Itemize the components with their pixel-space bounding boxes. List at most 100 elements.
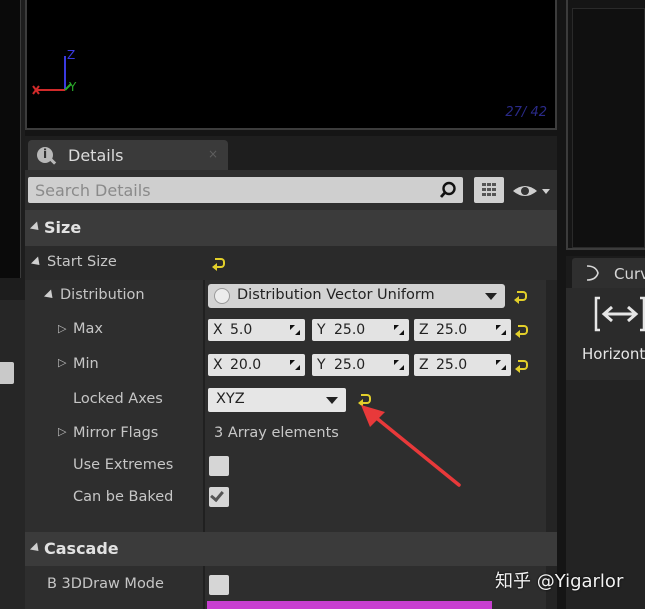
annotation-arrow-icon bbox=[361, 405, 461, 487]
expand-arrow-icon[interactable]: ▷ bbox=[58, 425, 66, 438]
particle-viewport[interactable]: Z Y 27/ 42 bbox=[25, 0, 557, 130]
property-mirror-flags: ▷ Mirror Flags 3 Array elements bbox=[25, 418, 557, 450]
mirror-flags-value: 3 Array elements bbox=[214, 425, 339, 441]
min-y-value: 25.0 bbox=[334, 357, 366, 373]
horizontal-fit-label: Horizonta bbox=[582, 345, 645, 363]
search-row: Search Details bbox=[25, 170, 557, 210]
min-x-field[interactable]: X 20.0 bbox=[208, 354, 305, 376]
check-icon bbox=[210, 487, 224, 503]
expand-arrow-icon[interactable]: ▷ bbox=[58, 356, 66, 369]
max-z-value: 25.0 bbox=[436, 322, 468, 338]
curve-tab-label: Curve bbox=[614, 265, 645, 283]
axis-z-label: Z bbox=[419, 322, 429, 338]
info-magnifier-icon-handle bbox=[49, 158, 57, 165]
b3d-draw-mode-label: B 3DDraw Mode bbox=[47, 576, 164, 592]
tab-details[interactable]: Details × bbox=[28, 140, 228, 170]
drag-spin-icon[interactable] bbox=[393, 324, 405, 336]
chevron-down-icon bbox=[326, 397, 338, 404]
property-locked-axes: Locked Axes XYZ bbox=[25, 382, 557, 418]
reset-to-default-icon[interactable] bbox=[515, 360, 528, 373]
min-y-field[interactable]: Y 25.0 bbox=[312, 354, 409, 376]
curve-editor-toolbar: Horizonta bbox=[566, 288, 645, 609]
axis-y-label: Y bbox=[317, 357, 326, 373]
max-x-field[interactable]: X 5.0 bbox=[208, 319, 305, 341]
expand-arrow-icon[interactable] bbox=[43, 289, 57, 302]
watermark: 知乎 @Yigarlor bbox=[495, 571, 624, 592]
drag-spin-icon[interactable] bbox=[289, 324, 301, 336]
axis-y-label: Y bbox=[317, 322, 326, 338]
can-be-baked-label: Can be Baked bbox=[73, 489, 174, 505]
drag-spin-icon[interactable] bbox=[495, 359, 507, 371]
locked-axes-value: XYZ bbox=[216, 391, 245, 407]
property-matrix-button[interactable] bbox=[474, 177, 504, 203]
collapse-arrow-icon bbox=[29, 221, 43, 234]
use-extremes-label: Use Extremes bbox=[73, 457, 174, 473]
details-tab-strip: Details × bbox=[25, 136, 557, 170]
max-y-field[interactable]: Y 25.0 bbox=[312, 319, 409, 341]
search-placeholder: Search Details bbox=[35, 181, 151, 200]
distribution-type-icon bbox=[214, 288, 230, 304]
locked-axes-dropdown[interactable]: XYZ bbox=[208, 388, 346, 412]
distribution-value: Distribution Vector Uniform bbox=[237, 287, 435, 303]
drag-spin-icon[interactable] bbox=[289, 359, 301, 371]
tab-curve-editor[interactable]: Curve bbox=[572, 258, 645, 288]
horizontal-fit-button[interactable] bbox=[594, 294, 645, 334]
collapse-arrow-icon bbox=[29, 542, 43, 555]
max-z-field[interactable]: Z 25.0 bbox=[414, 319, 511, 341]
details-panel: Details × Search Details S bbox=[25, 136, 557, 609]
section-size[interactable]: Size bbox=[25, 210, 557, 246]
distribution-dropdown[interactable]: Distribution Vector Uniform bbox=[208, 284, 505, 308]
curve-editor-icon bbox=[586, 265, 599, 281]
search-input[interactable]: Search Details bbox=[28, 177, 463, 203]
expand-arrow-icon[interactable]: ▷ bbox=[58, 322, 66, 335]
mirror-flags-label: Mirror Flags bbox=[73, 425, 159, 441]
axis-x-label: X bbox=[213, 322, 223, 338]
distribution-label: Distribution bbox=[60, 287, 145, 303]
property-can-be-baked: Can be Baked bbox=[25, 482, 557, 514]
b3d-draw-mode-checkbox[interactable] bbox=[209, 575, 229, 595]
search-icon[interactable] bbox=[439, 181, 457, 199]
start-size-label: Start Size bbox=[47, 254, 117, 270]
axis-z-label: Z bbox=[67, 48, 76, 62]
left-panel-tab[interactable] bbox=[0, 362, 14, 384]
close-icon[interactable]: × bbox=[208, 147, 218, 161]
right-top-panel bbox=[566, 0, 645, 250]
min-z-value: 25.0 bbox=[436, 357, 468, 373]
frame-counter: 27/ 42 bbox=[505, 105, 547, 120]
drag-spin-icon[interactable] bbox=[495, 324, 507, 336]
max-label: Max bbox=[73, 321, 103, 337]
left-panel-body bbox=[0, 300, 25, 609]
reset-to-default-icon[interactable] bbox=[212, 258, 225, 271]
color-property-bar[interactable] bbox=[207, 601, 492, 609]
section-size-label: Size bbox=[44, 218, 82, 237]
min-z-field[interactable]: Z 25.0 bbox=[414, 354, 511, 376]
section-cascade[interactable]: Cascade bbox=[25, 532, 557, 566]
use-extremes-checkbox[interactable] bbox=[209, 456, 229, 476]
right-top-panel-inner bbox=[572, 8, 645, 248]
left-panel-edge bbox=[0, 0, 25, 609]
property-distribution: Distribution Distribution Vector Uniform bbox=[25, 280, 557, 312]
locked-axes-label: Locked Axes bbox=[73, 391, 163, 407]
curve-editor-tabbar: Curve bbox=[566, 256, 645, 288]
property-min: ▷ Min X 20.0 Y 25.0 Z 25.0 bbox=[25, 348, 557, 382]
max-x-value: 5.0 bbox=[230, 322, 253, 338]
property-start-size: Start Size bbox=[25, 246, 557, 280]
view-options-eye-icon[interactable] bbox=[511, 181, 553, 201]
axis-gizmo-icon bbox=[32, 56, 72, 95]
expand-arrow-icon[interactable] bbox=[30, 256, 44, 269]
axis-y-label: Y bbox=[69, 80, 77, 94]
reset-to-default-icon[interactable] bbox=[515, 325, 528, 338]
min-x-value: 20.0 bbox=[230, 357, 262, 373]
max-y-value: 25.0 bbox=[334, 322, 366, 338]
axis-x-label: X bbox=[213, 357, 223, 373]
axis-z-label: Z bbox=[419, 357, 429, 373]
property-b3d-draw-mode: B 3DDraw Mode bbox=[25, 566, 557, 602]
property-max: ▷ Max X 5.0 Y 25.0 Z 25.0 bbox=[25, 312, 557, 348]
property-use-extremes: Use Extremes bbox=[25, 450, 557, 482]
can-be-baked-checkbox[interactable] bbox=[209, 487, 229, 507]
reset-to-default-icon[interactable] bbox=[514, 291, 527, 304]
section-cascade-label: Cascade bbox=[44, 539, 119, 558]
min-label: Min bbox=[73, 356, 99, 372]
drag-spin-icon[interactable] bbox=[393, 359, 405, 371]
chevron-down-icon bbox=[485, 293, 497, 300]
